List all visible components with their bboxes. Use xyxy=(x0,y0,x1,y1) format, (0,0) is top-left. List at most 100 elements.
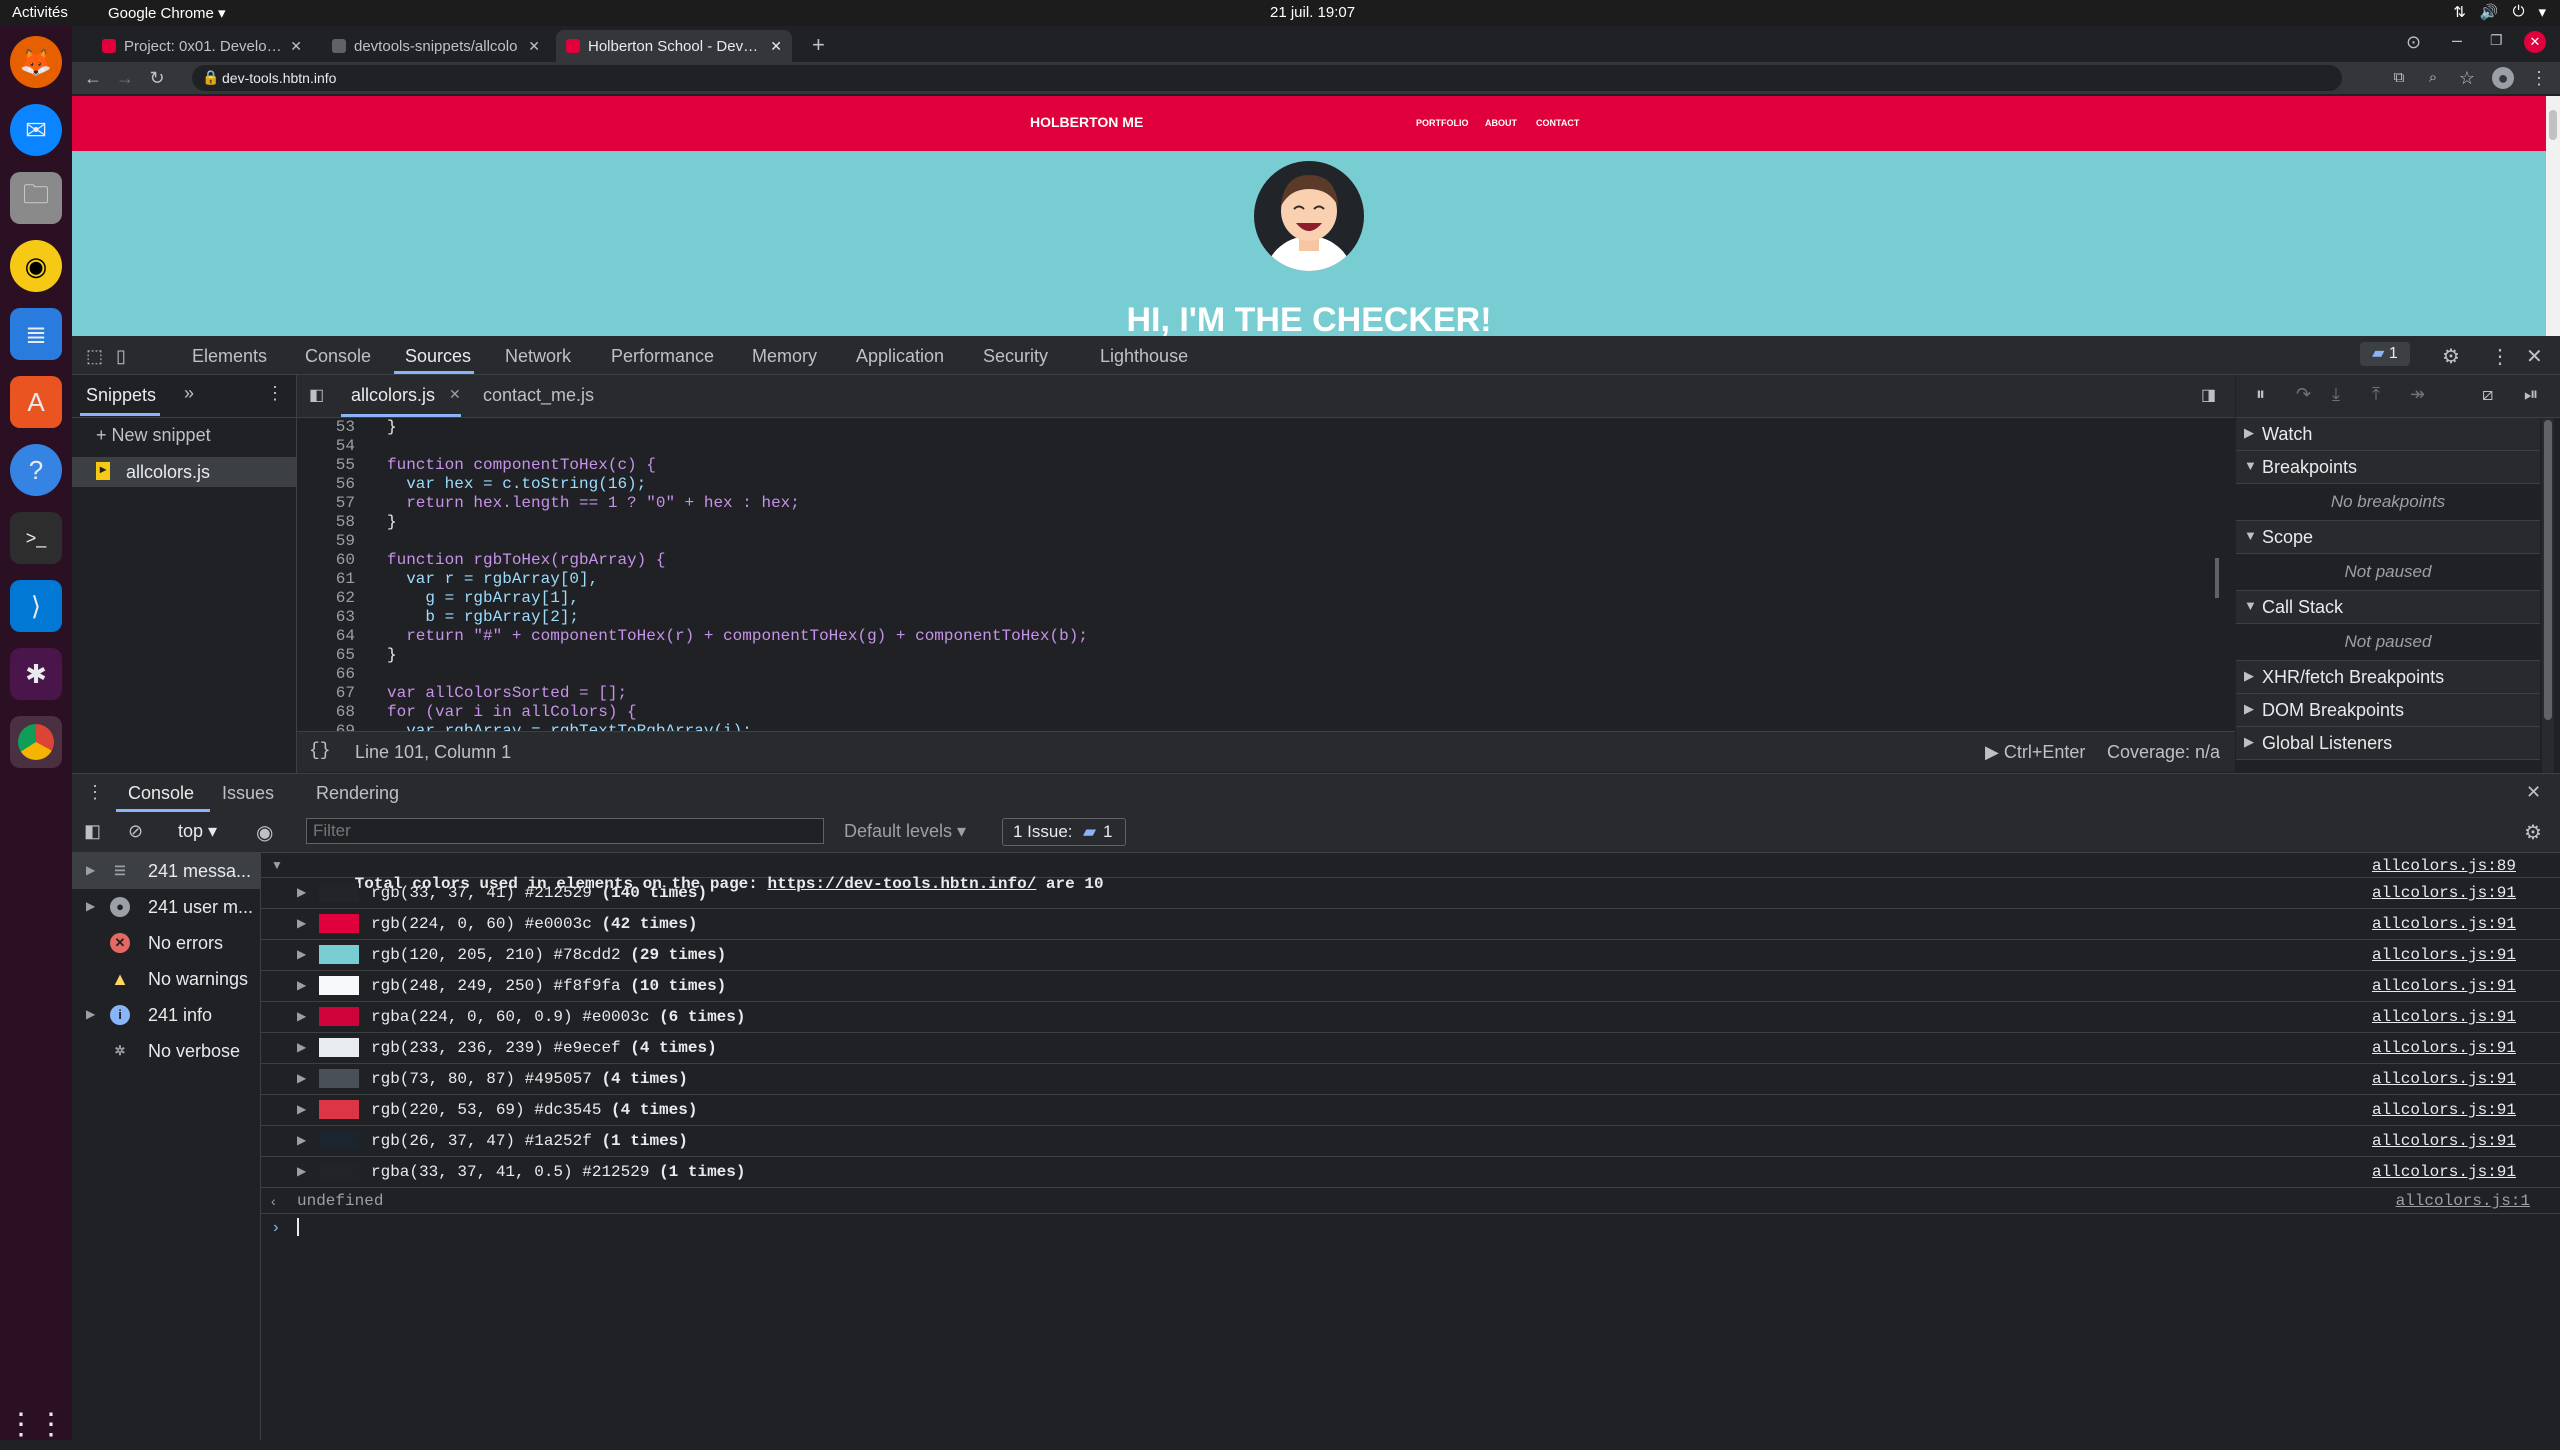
reload-icon[interactable]: ↻ xyxy=(146,67,168,89)
sidebar-item-warnings[interactable]: ▲ No warnings xyxy=(72,961,260,997)
source-link[interactable]: allcolors.js:91 xyxy=(2372,1039,2516,1057)
sidebar-item-info[interactable]: ▶ i 241 info xyxy=(72,997,260,1033)
log-levels-dropdown[interactable]: Default levels ▾ xyxy=(844,821,966,842)
run-snippet-button[interactable]: ▶ Ctrl+Enter xyxy=(1985,742,2085,763)
sidebar-item-errors[interactable]: ✕ No errors xyxy=(72,925,260,961)
console-message-row[interactable]: ▶ rgb(73, 80, 87) #495057 (4 times) allc… xyxy=(261,1063,2560,1095)
tab-search-icon[interactable]: ⊙ xyxy=(2406,32,2421,53)
close-drawer-icon[interactable]: ✕ xyxy=(2526,782,2541,803)
tab-application[interactable]: Application xyxy=(856,346,944,367)
console-message-row[interactable]: ▶ rgb(26, 37, 47) #1a252f (1 times) allc… xyxy=(261,1125,2560,1157)
close-icon[interactable]: ✕ xyxy=(449,386,461,403)
terminal-icon[interactable]: >_ xyxy=(10,512,62,564)
step-over-icon[interactable]: ↷ xyxy=(2296,384,2311,405)
more-tabs-icon[interactable]: » xyxy=(184,383,194,404)
issues-badge[interactable]: ▰ 1 xyxy=(2360,342,2410,366)
step-icon[interactable]: ↠ xyxy=(2410,384,2425,405)
browser-tab[interactable]: Project: 0x01. Developer t ✕ xyxy=(92,30,312,62)
deactivate-breakpoints-icon[interactable]: ⧄ xyxy=(2482,384,2493,405)
settings-gear-icon[interactable]: ⚙ xyxy=(2442,344,2460,369)
step-into-icon[interactable]: ⤓ xyxy=(2332,384,2340,405)
new-snippet-button[interactable]: + New snippet xyxy=(96,425,211,446)
source-link[interactable]: allcolors.js:91 xyxy=(2372,1101,2516,1119)
tab-elements[interactable]: Elements xyxy=(192,346,267,367)
editor-tab-active[interactable]: allcolors.js ✕ xyxy=(341,375,461,417)
debugger-scrollbar[interactable] xyxy=(2542,418,2554,773)
source-link[interactable]: allcolors.js:91 xyxy=(2372,1163,2516,1181)
call-stack-section[interactable]: ▼ Call Stack xyxy=(2236,591,2540,624)
sidebar-item-user-messages[interactable]: ▶ ● 241 user m... xyxy=(72,889,260,925)
chrome-icon[interactable] xyxy=(10,716,62,768)
source-link[interactable]: allcolors.js:91 xyxy=(2372,977,2516,995)
sidebar-item-verbose[interactable]: ✲ No verbose xyxy=(72,1033,260,1069)
back-icon[interactable]: ← xyxy=(82,67,104,89)
console-message-row[interactable]: ▶ rgb(224, 0, 60) #e0003c (42 times) all… xyxy=(261,908,2560,940)
close-devtools-icon[interactable]: ✕ xyxy=(2526,344,2543,369)
software-icon[interactable]: A xyxy=(10,376,62,428)
browser-tab-active[interactable]: Holberton School - Develo ✕ xyxy=(556,30,792,62)
nav-link-contact[interactable]: CONTACT xyxy=(1536,118,1579,128)
source-link[interactable]: allcolors.js:89 xyxy=(2372,857,2516,875)
close-icon[interactable]: ✕ xyxy=(528,38,540,55)
console-message-row[interactable]: ▶ rgb(233, 236, 239) #e9ecef (4 times) a… xyxy=(261,1032,2560,1064)
console-message-row[interactable]: ▶ rgb(220, 53, 69) #dc3545 (4 times) all… xyxy=(261,1094,2560,1126)
toggle-debugger-icon[interactable]: ◨ xyxy=(2201,385,2216,405)
menu-kebab-icon[interactable]: ⋮ xyxy=(2528,67,2550,89)
window-close-icon[interactable]: ✕ xyxy=(2524,31,2546,53)
code-editor[interactable]: 53} 54 55 function componentToHex(c) { 56… xyxy=(297,418,2219,731)
show-apps-icon[interactable]: ⋮⋮ xyxy=(6,1398,66,1450)
toggle-navigator-icon[interactable]: ◧ xyxy=(309,385,324,405)
source-link[interactable]: allcolors.js:91 xyxy=(2372,1132,2516,1150)
source-link[interactable]: allcolors.js:91 xyxy=(2372,1070,2516,1088)
pause-on-exceptions-icon[interactable]: ⏯ xyxy=(2524,384,2538,405)
tab-security[interactable]: Security xyxy=(983,346,1048,367)
rhythmbox-icon[interactable]: ◉ xyxy=(10,240,62,292)
clear-console-icon[interactable]: ⊘ xyxy=(128,821,143,842)
dom-breakpoints-section[interactable]: ▶ DOM Breakpoints xyxy=(2236,694,2540,727)
address-bar[interactable]: 🔒 dev-tools.hbtn.info xyxy=(192,65,2342,91)
live-expression-eye-icon[interactable]: ◉ xyxy=(256,820,273,845)
app-menu[interactable]: Google Chrome ▾ xyxy=(108,4,226,22)
browser-tab[interactable]: devtools-snippets/allcolo ✕ xyxy=(322,30,550,62)
nav-link-portfolio[interactable]: PORTFOLIO xyxy=(1416,118,1469,128)
breakpoints-section[interactable]: ▼ Breakpoints xyxy=(2236,451,2540,484)
console-message-row[interactable]: ▶ rgb(120, 205, 210) #78cdd2 (29 times) … xyxy=(261,939,2560,971)
devtools-menu-icon[interactable]: ⋮ xyxy=(2490,344,2510,369)
zoom-icon[interactable]: ⌕ xyxy=(2422,67,2444,89)
source-link[interactable]: allcolors.js:1 xyxy=(2396,1192,2530,1210)
close-icon[interactable]: ✕ xyxy=(290,38,302,55)
tab-network[interactable]: Network xyxy=(505,346,571,367)
console-prompt[interactable]: › xyxy=(261,1213,2560,1243)
clock[interactable]: 21 juil. 19:07 xyxy=(1270,4,1355,21)
inspect-element-icon[interactable]: ⬚ xyxy=(86,346,103,367)
slack-icon[interactable]: ✱ xyxy=(10,648,62,700)
system-tray[interactable]: ⇅ 🔊 ⏻ ▾ xyxy=(2453,3,2546,21)
minimize-icon[interactable]: – xyxy=(2452,30,2462,51)
tab-sources[interactable]: Sources xyxy=(405,346,471,367)
translate-icon[interactable]: ⧉ xyxy=(2388,67,2410,89)
scrollbar-thumb[interactable] xyxy=(2549,110,2557,140)
firefox-icon[interactable]: 🦊 xyxy=(10,36,62,88)
site-brand[interactable]: HOLBERTON ME xyxy=(1030,114,1143,130)
console-message-row[interactable]: ▶ rgba(33, 37, 41, 0.5) #212529 (1 times… xyxy=(261,1156,2560,1188)
help-icon[interactable]: ? xyxy=(10,444,62,496)
pretty-print-icon[interactable]: {} xyxy=(309,741,331,761)
console-message-row[interactable]: ▶ rgba(224, 0, 60, 0.9) #e0003c (6 times… xyxy=(261,1001,2560,1033)
restore-icon[interactable]: ❐ xyxy=(2490,32,2503,49)
snippet-item[interactable]: ▸ allcolors.js xyxy=(72,457,296,487)
tab-lighthouse[interactable]: Lighthouse xyxy=(1100,346,1188,367)
watch-section[interactable]: ▶ Watch xyxy=(2236,418,2540,451)
scope-section[interactable]: ▼ Scope xyxy=(2236,521,2540,554)
new-tab-icon[interactable]: + xyxy=(812,32,825,58)
console-message-row[interactable]: ▶ rgb(33, 37, 41) #212529 (140 times) al… xyxy=(261,877,2560,909)
editor-scrollbar-thumb[interactable] xyxy=(2215,558,2219,598)
bookmark-star-icon[interactable]: ☆ xyxy=(2456,67,2478,89)
step-out-icon[interactable]: ⤒ xyxy=(2372,384,2380,405)
source-link[interactable]: allcolors.js:91 xyxy=(2372,946,2516,964)
tab-snippets[interactable]: Snippets xyxy=(86,385,156,406)
drawer-menu-icon[interactable]: ⋮ xyxy=(86,782,104,803)
activities-button[interactable]: Activités xyxy=(12,4,68,21)
scrollbar-thumb[interactable] xyxy=(2544,420,2552,720)
console-filter-input[interactable] xyxy=(306,818,824,844)
thunderbird-icon[interactable]: ✉ xyxy=(10,104,62,156)
